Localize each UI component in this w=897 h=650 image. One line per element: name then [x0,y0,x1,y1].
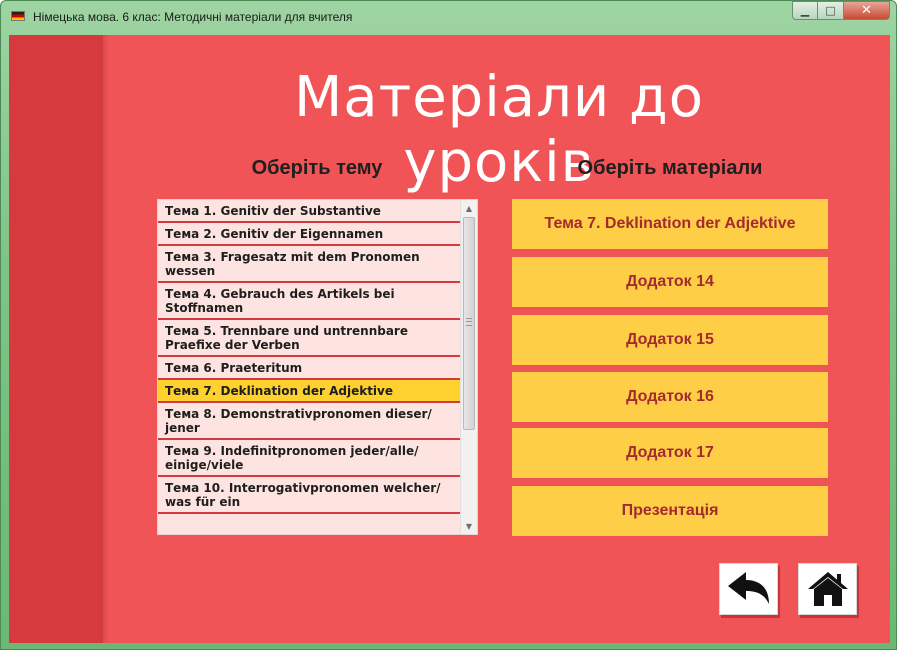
minimize-button[interactable]: ▁ [792,1,818,20]
topic-item[interactable]: Тема 3. Fragesatz mit dem Pronomen wesse… [158,246,461,283]
material-button-appendix-16[interactable]: Додаток 16 [512,372,828,422]
material-button-appendix-14[interactable]: Додаток 14 [512,257,828,307]
back-button[interactable] [719,563,778,615]
topics-heading: Оберіть тему [251,157,383,179]
topic-item[interactable]: Тема 2. Genitiv der Eigennamen [158,223,461,246]
material-button-appendix-15[interactable]: Додаток 15 [512,315,828,365]
scroll-down-arrow-icon[interactable]: ▼ [461,518,477,534]
client-area: Матеріали до уроків Оберіть тему Оберіть… [9,35,890,643]
material-button-appendix-17[interactable]: Додаток 17 [512,428,828,478]
topic-item[interactable]: Тема 4. Gebrauch des Artikels bei Stoffn… [158,283,461,320]
home-button[interactable] [798,563,857,615]
back-arrow-icon [727,572,769,604]
topic-item[interactable]: Тема 9. Indefinitpronomen jeder/alle/ ei… [158,440,461,477]
topic-item[interactable]: Тема 5. Trennbare und untrennbare Praefi… [158,320,461,357]
window-title: Німецька мова. 6 клас: Методичні матеріа… [33,10,353,24]
window-controls: ▁ □ ✕ [792,1,890,21]
left-decorative-band [9,35,103,643]
topic-item[interactable]: Тема 1. Genitiv der Substantive [158,200,461,223]
topic-list-scrollbar[interactable]: ▲ ▼ [460,200,477,534]
topic-list[interactable]: Тема 1. Genitiv der Substantive Тема 2. … [157,199,478,535]
topic-item[interactable]: Тема 10. Interrogativpronomen welcher/ w… [158,477,461,514]
scroll-thumb[interactable] [463,217,475,430]
home-icon [807,572,848,606]
material-button-topic[interactable]: Тема 7. Deklination der Adjektive [512,199,828,249]
german-flag-icon [11,11,25,21]
maximize-button[interactable]: □ [818,1,844,20]
close-button[interactable]: ✕ [844,1,890,20]
band-shadow [103,35,109,643]
title-bar[interactable]: Німецька мова. 6 клас: Методичні матеріа… [1,1,897,35]
topic-item[interactable]: Тема 8. Demonstrativpronomen dieser/ jen… [158,403,461,440]
topic-items: Тема 1. Genitiv der Substantive Тема 2. … [158,200,461,514]
materials-heading: Оберіть матеріали [577,157,763,179]
topic-item[interactable]: Тема 6. Praeteritum [158,357,461,380]
scroll-grip-icon [466,318,472,326]
topic-item-selected[interactable]: Тема 7. Deklination der Adjektive [158,380,461,403]
app-window: Німецька мова. 6 клас: Методичні матеріа… [0,0,897,650]
material-button-presentation[interactable]: Презентація [512,486,828,536]
scroll-up-arrow-icon[interactable]: ▲ [461,200,477,216]
